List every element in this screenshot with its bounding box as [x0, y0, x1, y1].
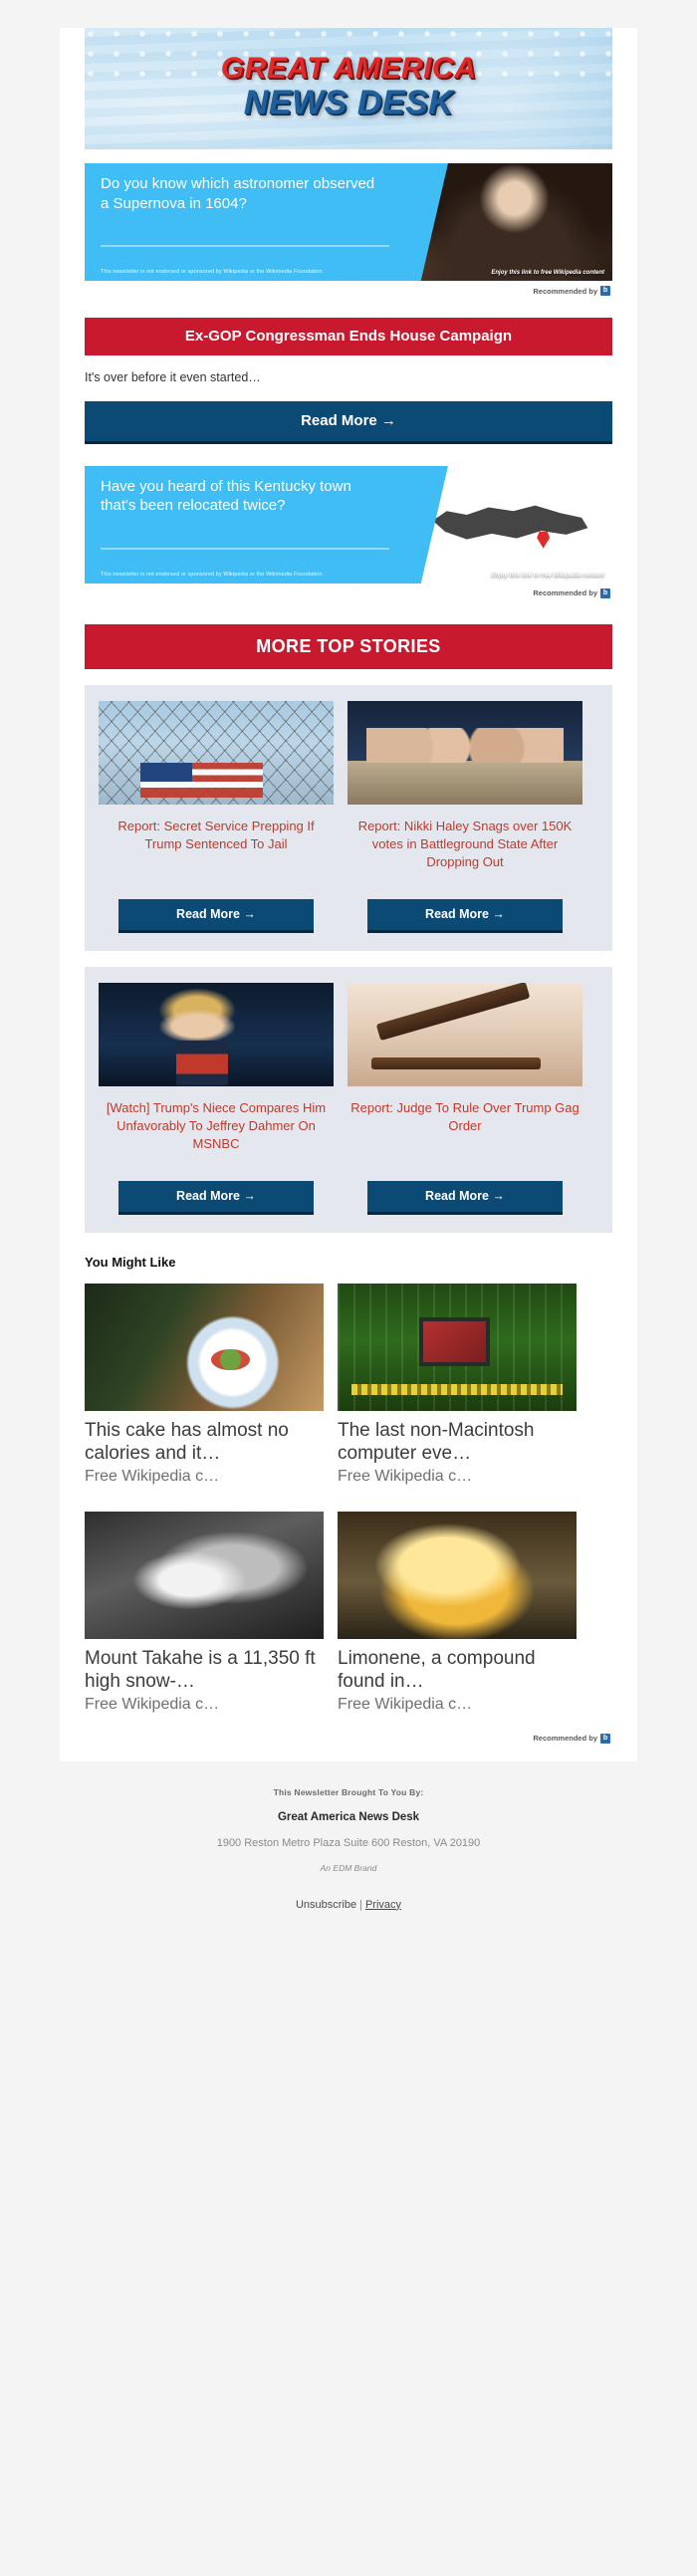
ad-1-recommended-by-label: Recommended by	[533, 286, 597, 296]
lead-story-headline[interactable]: Ex-GOP Congressman Ends House Campaign	[85, 318, 612, 355]
ad-2-title: Have you heard of this Kentucky town tha…	[101, 477, 351, 515]
outbrain-logo-icon: b	[600, 1733, 610, 1744]
privacy-link[interactable]: Privacy	[365, 1899, 401, 1911]
you-might-like-row-1: This cake has almost no calories and it……	[85, 1283, 612, 1487]
recommendation-headline[interactable]: Mount Takahe is a 11,350 ft high snow-…	[85, 1647, 324, 1693]
ad-2-recommended-by: Recommended by b	[85, 584, 612, 598]
you-might-like-heading: You Might Like	[85, 1254, 176, 1270]
mount-takahe-photo	[85, 1512, 324, 1640]
story-card[interactable]: Report: Judge To Rule Over Trump Gag Ord…	[348, 982, 582, 1215]
story-headline[interactable]: Report: Secret Service Prepping If Trump…	[99, 818, 334, 893]
story-headline[interactable]: [Watch] Trump's Niece Compares Him Unfav…	[99, 1099, 334, 1175]
gavel-photo	[348, 982, 582, 1086]
ad-2-recommended-by-label: Recommended by	[533, 588, 597, 597]
story-read-more-button[interactable]: Read More →	[367, 898, 563, 933]
cake-plate-photo	[85, 1283, 324, 1411]
ad-2-enjoy-label: Enjoy this link to free Wikipedia conten…	[491, 572, 604, 579]
trump-rally-photo	[99, 982, 334, 1086]
lead-story-dek: It's over before it even started…	[85, 370, 261, 384]
ad-1-title: Do you know which astronomer observed a …	[101, 175, 375, 212]
story-headline[interactable]: Report: Nikki Haley Snags over 150K vote…	[348, 818, 582, 893]
story-card[interactable]: Report: Nikki Haley Snags over 150K vote…	[348, 700, 582, 933]
you-might-like-recommended-by: Recommended by b	[85, 1729, 612, 1744]
recommendation-headline[interactable]: The last non-Macintosh computer eve…	[338, 1419, 577, 1465]
body-bottom-spacer	[60, 1744, 637, 1761]
recommendation-source: Free Wikipedia c…	[338, 1467, 473, 1485]
prison-fence-flag-photo	[99, 700, 334, 805]
unsubscribe-link[interactable]: Unsubscribe	[296, 1899, 356, 1911]
story-cta-wrap: Read More →	[367, 1180, 563, 1215]
ad-1-recommended-by: Recommended by b	[85, 281, 612, 296]
ad-1-enjoy-label: Enjoy this link to free Wikipedia conten…	[491, 270, 604, 276]
newsletter-banner-logo: GREAT AMERICA NEWS DESK	[85, 28, 612, 149]
outbrain-logo-icon: b	[600, 587, 610, 598]
ad-2-disclaimer: This newsletter is not endorsed or spons…	[101, 571, 325, 578]
banner-title-line1: GREAT AMERICA	[220, 52, 477, 85]
recommendation-card[interactable]: This cake has almost no calories and it……	[85, 1283, 324, 1487]
story-cta-wrap: Read More →	[118, 1180, 314, 1215]
banner-text-group: GREAT AMERICA NEWS DESK	[85, 54, 612, 121]
outbrain-logo-icon: b	[600, 286, 610, 296]
lead-story-read-more-button[interactable]: Read More →	[85, 400, 612, 444]
recommendation-source: Free Wikipedia c…	[85, 1467, 220, 1485]
recommendation-source: Free Wikipedia c…	[85, 1696, 220, 1714]
panel-hearing-photo	[348, 700, 582, 805]
limonene-drop-photo	[338, 1512, 577, 1640]
you-might-like-row-2: Mount Takahe is a 11,350 ft high snow-… …	[85, 1512, 612, 1715]
sponsored-wikipedia-ad-1[interactable]: Do you know which astronomer observed a …	[85, 163, 612, 296]
email-footer: This Newsletter Brought To You By: Great…	[0, 1760, 697, 1945]
recommendation-card[interactable]: Mount Takahe is a 11,350 ft high snow-… …	[85, 1512, 324, 1715]
story-card[interactable]: [Watch] Trump's Niece Compares Him Unfav…	[99, 982, 334, 1215]
story-row-2: [Watch] Trump's Niece Compares Him Unfav…	[85, 966, 612, 1233]
email-newsletter-page: GREAT AMERICA NEWS DESK Do you know whic…	[0, 28, 697, 2576]
ad-1-divider	[101, 245, 389, 247]
footer-links: Unsubscribe | Privacy	[0, 1899, 697, 1911]
more-top-stories-heading: MORE TOP STORIES	[85, 623, 612, 669]
recommendation-card[interactable]: The last non-Macintosh computer eve… Fre…	[338, 1283, 577, 1487]
ad-2-divider	[101, 547, 389, 550]
recommendation-headline[interactable]: This cake has almost no calories and it…	[85, 1419, 324, 1465]
recommendation-headline[interactable]: Limonene, a compound found in…	[338, 1647, 577, 1693]
footer-address: 1900 Reston Metro Plaza Suite 600 Reston…	[216, 1836, 481, 1849]
footer-brand-name: Great America News Desk	[277, 1810, 420, 1823]
circuit-board-photo	[338, 1283, 577, 1411]
you-might-like-recommended-by-label: Recommended by	[533, 1734, 597, 1744]
story-row-1: Report: Secret Service Prepping If Trump…	[85, 684, 612, 951]
ad-1-body[interactable]: Do you know which astronomer observed a …	[85, 163, 612, 281]
story-cta-wrap: Read More →	[118, 898, 314, 933]
ad-1-disclaimer: This newsletter is not endorsed or spons…	[101, 269, 325, 276]
email-body: GREAT AMERICA NEWS DESK Do you know whic…	[60, 28, 637, 1761]
story-card[interactable]: Report: Secret Service Prepping If Trump…	[99, 700, 334, 933]
story-headline[interactable]: Report: Judge To Rule Over Trump Gag Ord…	[348, 1099, 582, 1175]
story-cta-wrap: Read More →	[367, 898, 563, 933]
story-read-more-button[interactable]: Read More →	[367, 1180, 563, 1215]
footer-brought-by: This Newsletter Brought To You By:	[273, 1786, 424, 1797]
banner-title-line2: NEWS DESK	[243, 84, 454, 121]
story-read-more-button[interactable]: Read More →	[118, 1180, 314, 1215]
footer-edm-label: An EDM Brand	[320, 1862, 377, 1873]
sponsored-wikipedia-ad-2[interactable]: Have you heard of this Kentucky town tha…	[85, 465, 612, 598]
recommendation-source: Free Wikipedia c…	[338, 1696, 473, 1714]
footer-link-separator: |	[359, 1898, 362, 1911]
story-read-more-button[interactable]: Read More →	[118, 898, 314, 933]
recommendation-card[interactable]: Limonene, a compound found in… Free Wiki…	[338, 1512, 577, 1715]
ad-2-body[interactable]: Have you heard of this Kentucky town tha…	[85, 465, 612, 584]
